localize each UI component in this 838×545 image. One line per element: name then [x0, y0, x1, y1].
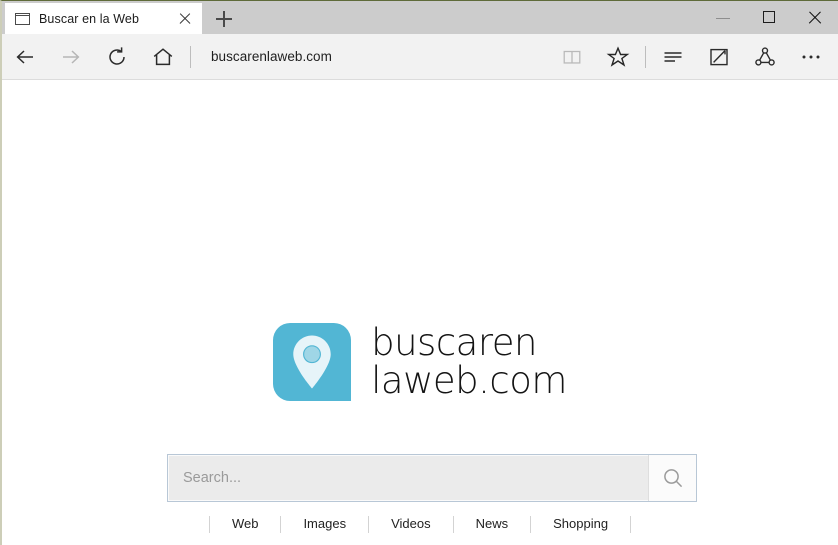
search-category-tabs: Web Images Videos News Shopping: [2, 514, 838, 534]
search-magnifier-icon: [663, 469, 682, 488]
site-logo-text: buscaren laweb.com: [371, 320, 567, 402]
forward-button[interactable]: [48, 37, 94, 77]
address-bar[interactable]: buscarenlaweb.com: [195, 37, 549, 77]
browser-window: Buscar en la Web buscarenlaweb.com busca…: [0, 0, 838, 545]
tab-news[interactable]: News: [454, 514, 531, 534]
search-input[interactable]: [169, 456, 648, 500]
site-logo: buscaren laweb.com: [2, 323, 838, 401]
reading-list-icon: [664, 51, 682, 62]
close-tab-icon[interactable]: [174, 8, 196, 30]
web-note-button[interactable]: [696, 37, 742, 77]
map-pin-logo-icon: [273, 323, 352, 401]
toolbar-divider-right: [645, 45, 646, 68]
address-bar-text: buscarenlaweb.com: [211, 49, 332, 64]
forward-arrow-icon: [63, 49, 80, 64]
window-controls: [700, 1, 838, 34]
toolbar-divider-left: [190, 45, 191, 68]
back-arrow-icon: [16, 49, 33, 64]
more-options-button[interactable]: [788, 37, 834, 77]
page-content: buscaren laweb.com Web Images Videos New…: [2, 80, 838, 545]
reading-view-icon: [563, 50, 581, 64]
tab-web[interactable]: Web: [210, 514, 281, 534]
back-button[interactable]: [2, 37, 48, 77]
tab-shopping[interactable]: Shopping: [531, 514, 630, 534]
tab-videos[interactable]: Videos: [369, 514, 453, 534]
toolbar-right-group: [549, 37, 838, 77]
search-bar: [167, 454, 697, 502]
close-button[interactable]: [792, 1, 838, 34]
tab-images[interactable]: Images: [281, 514, 368, 534]
share-button[interactable]: [742, 37, 788, 77]
title-bar: Buscar en la Web: [2, 1, 838, 34]
search-submit-button[interactable]: [648, 455, 696, 501]
browser-tab-active[interactable]: Buscar en la Web: [5, 3, 202, 34]
share-icon: [755, 46, 775, 66]
refresh-button[interactable]: [94, 37, 140, 77]
reading-list-button[interactable]: [650, 37, 696, 77]
star-icon: [606, 45, 630, 67]
home-button[interactable]: [140, 37, 186, 77]
reading-view-button[interactable]: [549, 37, 595, 77]
minimize-button[interactable]: [700, 1, 746, 34]
home-icon: [153, 47, 173, 65]
web-note-icon: [710, 48, 728, 65]
favorites-button[interactable]: [595, 37, 641, 77]
browser-toolbar: buscarenlaweb.com: [2, 34, 838, 80]
refresh-icon: [109, 46, 125, 65]
page-icon: [15, 12, 30, 25]
tab-title: Buscar en la Web: [39, 11, 140, 26]
tab-divider: [630, 515, 632, 533]
more-options-icon: [802, 55, 820, 58]
new-tab-button[interactable]: [202, 3, 246, 34]
maximize-button[interactable]: [746, 1, 792, 34]
